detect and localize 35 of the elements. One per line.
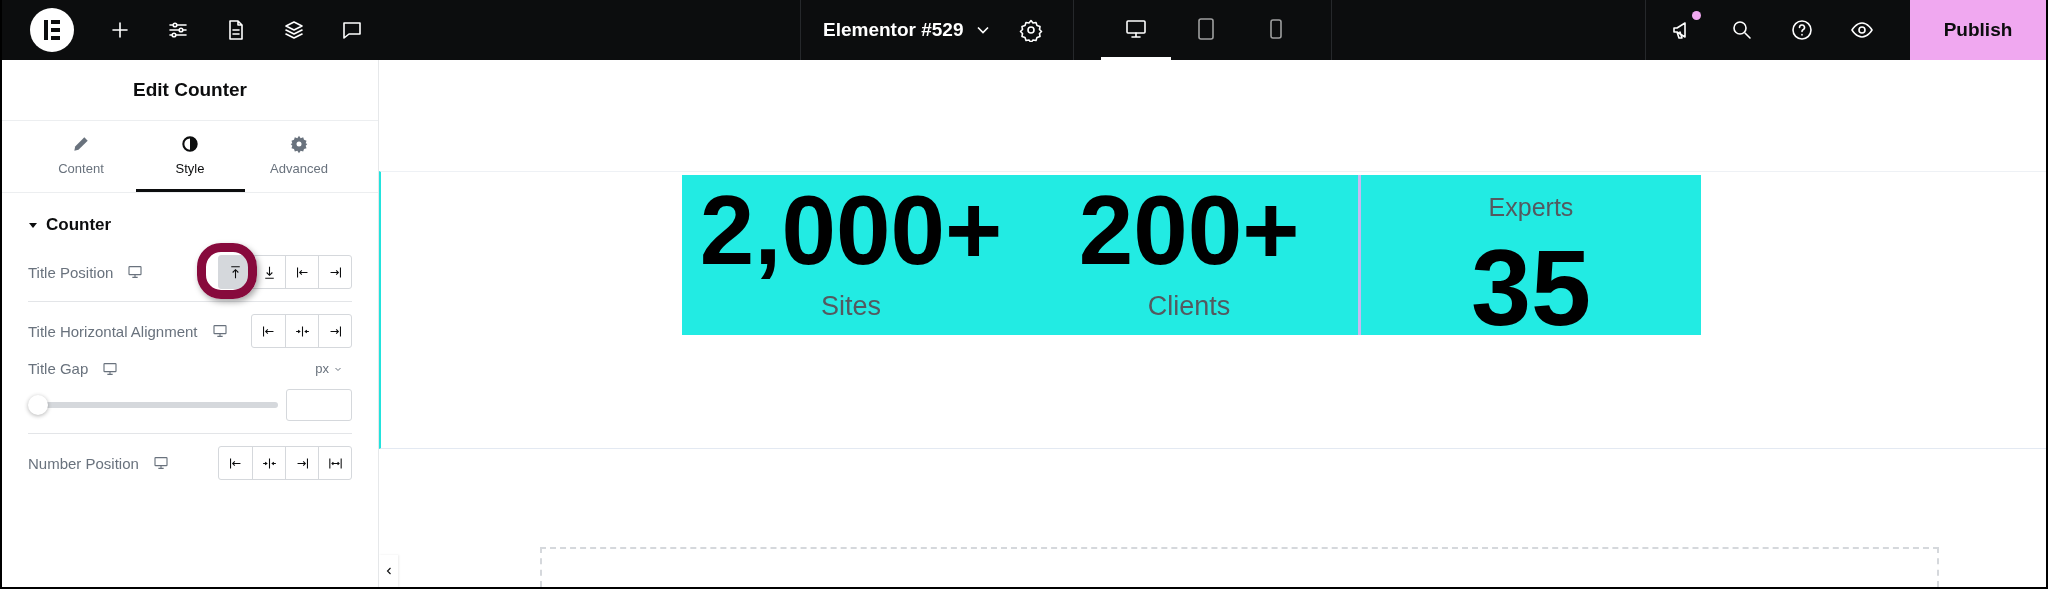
panel-tab[interactable]: Advanced: [244, 121, 354, 192]
desktop-icon[interactable]: [102, 360, 119, 377]
control-label: Title Gap: [28, 360, 89, 377]
control-label: Number Position: [28, 454, 139, 472]
panel-title: Edit Counter: [133, 79, 247, 101]
desktop-icon[interactable]: [152, 455, 169, 471]
unit-dropdown[interactable]: px: [315, 361, 344, 376]
panel-tab[interactable]: Content: [26, 121, 136, 192]
desktop-icon[interactable]: [211, 323, 228, 339]
control-label: Title Horizontal Alignment: [28, 322, 198, 340]
layers-icon[interactable]: [282, 18, 306, 42]
triangle-icon: [28, 220, 38, 230]
panel-tab[interactable]: Style: [135, 121, 245, 192]
contrast-icon: [180, 134, 200, 154]
counter-title: Clients: [1147, 291, 1231, 322]
counter-number: 2,000+: [699, 181, 1003, 279]
gear-icon: [289, 134, 309, 154]
pencil-icon: [71, 134, 91, 154]
counter-widget[interactable]: Experts 35: [1361, 175, 1701, 335]
document-title-dropdown[interactable]: Elementor #529: [823, 14, 994, 46]
desktop-icon[interactable]: [127, 264, 144, 280]
counter-widget[interactable]: 2,000+ Sites 200+ Clients: [682, 175, 1358, 335]
counter-title: Experts: [1488, 193, 1574, 222]
logo-icon[interactable]: [30, 8, 74, 52]
control-label: Title Position: [28, 263, 114, 281]
settings-icon[interactable]: [1019, 18, 1044, 42]
counter-title: Sites: [821, 291, 881, 322]
counter-number: 200+: [1078, 181, 1300, 279]
publish-button[interactable]: Publish: [1910, 0, 2046, 60]
search-icon[interactable]: [1730, 18, 1754, 42]
help-icon[interactable]: [1790, 18, 1814, 42]
section-toggle[interactable]: Counter: [28, 215, 112, 235]
number-input[interactable]: [286, 389, 352, 421]
slider-thumb[interactable]: [28, 395, 48, 415]
slider[interactable]: [28, 395, 278, 415]
